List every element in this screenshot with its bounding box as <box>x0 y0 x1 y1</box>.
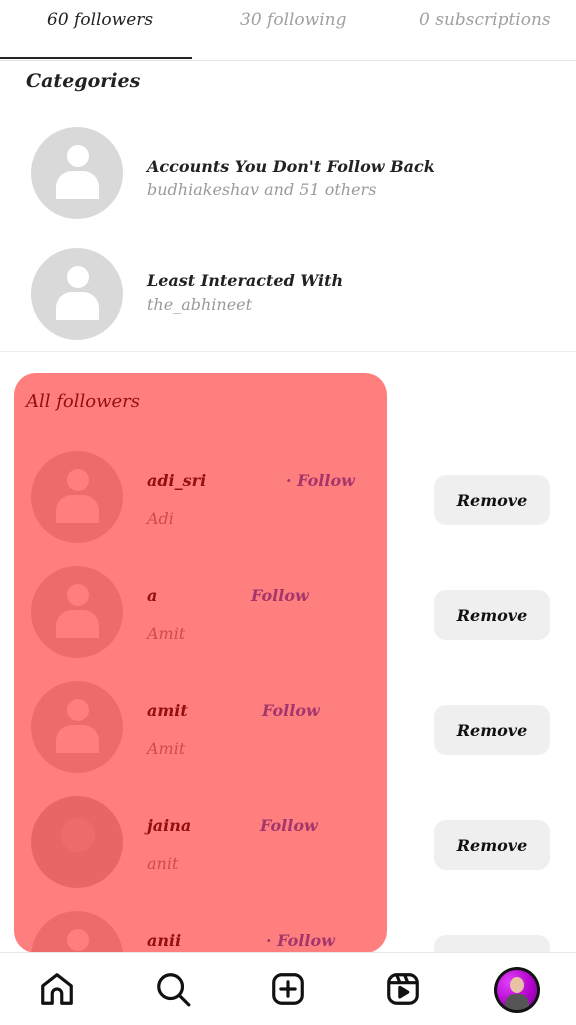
follow-link[interactable]: · Follow <box>286 471 355 490</box>
remove-button[interactable]: Remove <box>434 475 550 525</box>
follower-username[interactable]: jaina <box>147 816 191 835</box>
follower-name: Amit <box>147 739 186 758</box>
create-icon <box>272 973 304 1005</box>
follow-link[interactable]: Follow <box>262 701 320 720</box>
follower-row: a Follow Amit Remove <box>0 566 576 676</box>
follower-username[interactable]: a <box>147 586 157 605</box>
remove-button[interactable]: Remove <box>434 820 550 870</box>
profile-picture <box>497 970 537 1010</box>
section-divider <box>0 351 576 352</box>
person-body-icon <box>56 725 99 753</box>
person-head-icon <box>67 929 89 951</box>
follower-name: Adi <box>147 509 174 528</box>
avatar-shirt <box>505 994 529 1010</box>
nav-search[interactable] <box>151 967 195 1011</box>
person-body-icon <box>56 171 99 199</box>
person-body-icon <box>56 610 99 638</box>
follower-row: jaina Follow anit Remove <box>0 796 576 906</box>
nav-home[interactable] <box>35 967 79 1011</box>
category-avatar <box>31 127 123 219</box>
follower-avatar[interactable] <box>31 681 123 773</box>
remove-button[interactable]: Remove <box>434 590 550 640</box>
category-title: Accounts You Don't Follow Back <box>147 157 435 176</box>
follower-username[interactable]: anii <box>147 931 181 950</box>
person-head-icon <box>67 469 89 491</box>
follow-link[interactable]: Follow <box>260 816 318 835</box>
follower-avatar[interactable] <box>31 796 123 888</box>
follow-link[interactable]: Follow <box>251 586 309 605</box>
tab-following[interactable]: 30 following <box>240 10 347 30</box>
category-title: Least Interacted With <box>147 271 344 290</box>
active-tab-indicator <box>0 57 192 59</box>
follower-username[interactable]: adi_sri <box>147 471 206 490</box>
category-avatar <box>31 248 123 340</box>
category-subtitle: the_abhineet <box>147 295 253 314</box>
follower-username[interactable]: amit <box>147 701 188 720</box>
nav-reels[interactable] <box>381 967 425 1011</box>
category-subtitle: budhiakeshav and 51 others <box>147 180 377 199</box>
follower-row: adi_sri · Follow Adi Remove <box>0 451 576 561</box>
remove-button[interactable]: Remove <box>434 705 550 755</box>
follower-name: anit <box>147 854 179 873</box>
person-head-icon <box>67 145 89 167</box>
nav-create[interactable] <box>266 967 310 1011</box>
tab-followers[interactable]: 60 followers <box>47 10 153 30</box>
person-head-icon <box>67 266 89 288</box>
follow-link[interactable]: · Follow <box>266 931 335 950</box>
follower-row: amit Follow Amit Remove <box>0 681 576 791</box>
follower-avatar[interactable] <box>31 451 123 543</box>
profile-avatar[interactable] <box>494 967 540 1013</box>
all-followers-heading: All followers <box>26 391 140 412</box>
follower-name: Amit <box>147 624 186 643</box>
bottom-nav <box>0 952 576 1025</box>
person-head-icon <box>67 699 89 721</box>
person-head-icon <box>67 584 89 606</box>
follower-avatar[interactable] <box>31 566 123 658</box>
tab-subscriptions[interactable]: 0 subscriptions <box>419 10 551 30</box>
search-icon <box>157 973 191 1007</box>
tab-bar: 60 followers 30 following 0 subscription… <box>0 0 576 61</box>
person-head-icon <box>61 818 95 852</box>
reels-icon <box>387 973 419 1005</box>
avatar-face <box>510 977 524 993</box>
person-body-icon <box>56 495 99 523</box>
categories-heading: Categories <box>26 70 141 92</box>
home-icon <box>41 973 73 1005</box>
person-body-icon <box>56 292 99 320</box>
